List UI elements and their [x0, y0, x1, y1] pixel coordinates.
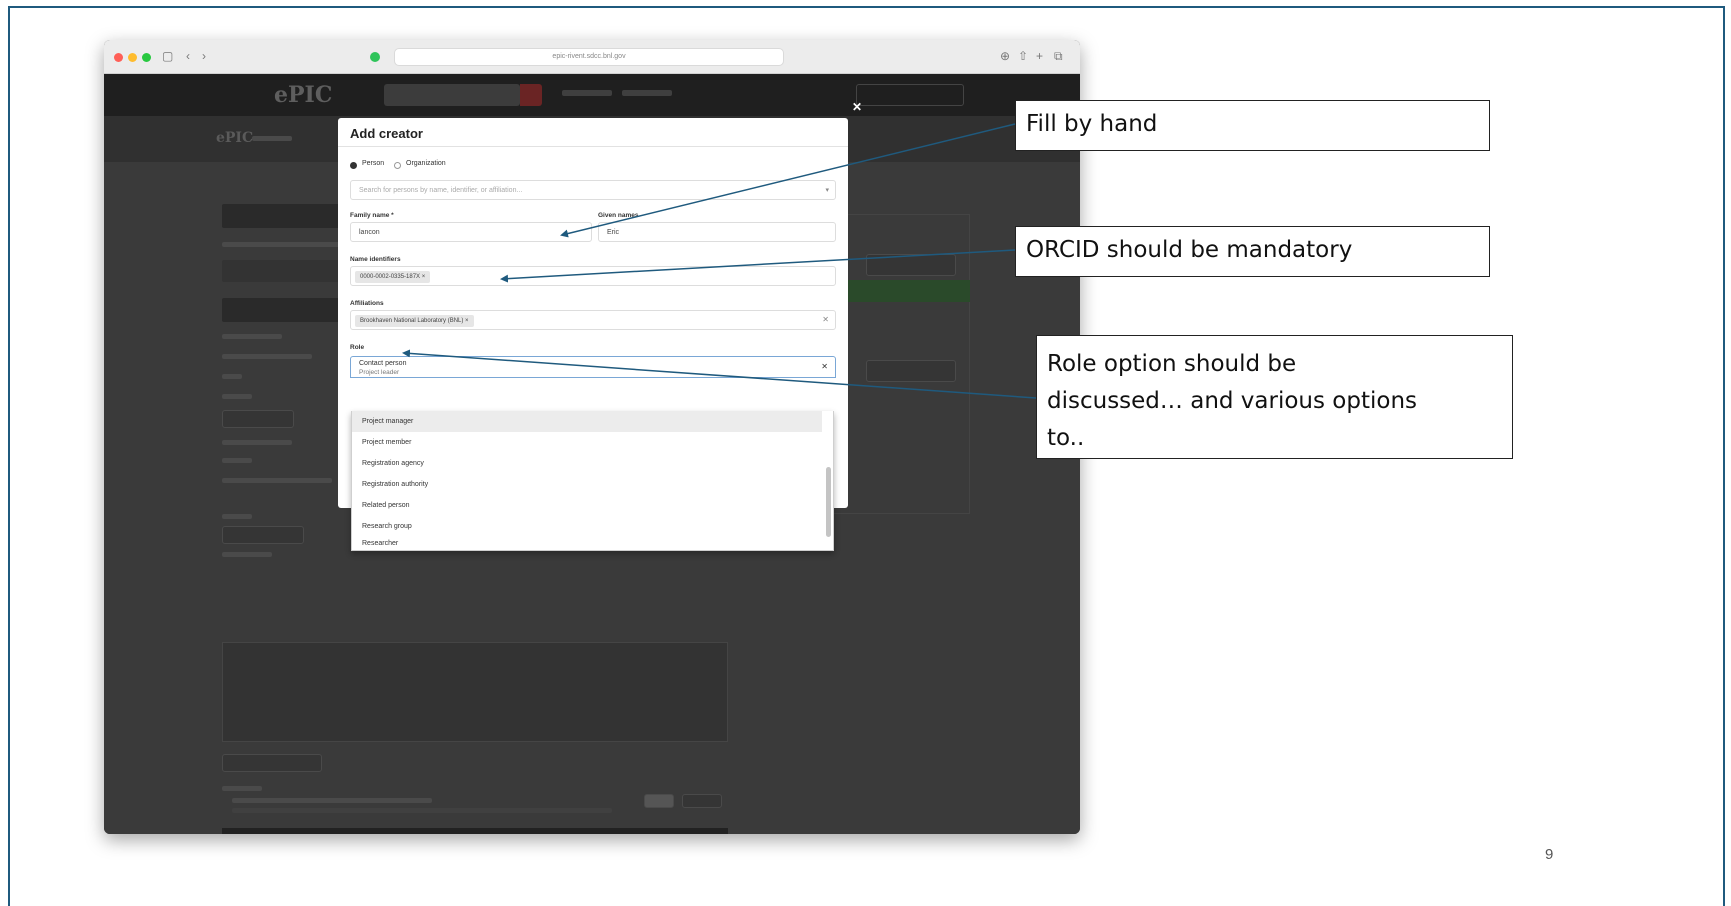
role-option-partial[interactable]: Project leader: [359, 369, 399, 376]
share-icon[interactable]: ⇧: [1018, 49, 1028, 63]
callout-fill-by-hand: Fill by hand: [1015, 100, 1490, 151]
modal-close-icon[interactable]: ✕: [852, 100, 862, 114]
callout-role: Role option should be discussed… and var…: [1036, 335, 1513, 459]
role-option[interactable]: Registration agency: [352, 453, 822, 474]
user-menu[interactable]: [856, 84, 964, 106]
role-dropdown-menu: Project manager Project member Registrat…: [351, 411, 834, 551]
affiliations-input[interactable]: Brookhaven National Laboratory (BNL) × ✕: [350, 310, 836, 330]
community-logo: ePIC: [216, 130, 254, 146]
callout-role-line: to..: [1047, 425, 1085, 451]
download-icon[interactable]: ⊕: [1000, 49, 1010, 63]
name-identifiers-input[interactable]: 0000-0002-0335-187X ×: [350, 266, 836, 286]
name-identifiers-label: Name identifiers: [350, 256, 401, 263]
restricted-toggle[interactable]: [866, 360, 956, 382]
header-search-button[interactable]: [520, 84, 542, 106]
role-option[interactable]: Registration authority: [352, 474, 822, 495]
orcid-chip[interactable]: 0000-0002-0335-187X ×: [355, 271, 431, 283]
add-description-button[interactable]: [222, 754, 322, 772]
forward-icon[interactable]: ›: [202, 49, 206, 63]
description-label: [222, 552, 272, 557]
license-description: [232, 808, 612, 813]
callout-orcid: ORCID should be mandatory: [1015, 226, 1490, 277]
site-header: ePIC: [104, 74, 1080, 116]
role-option[interactable]: Researcher: [352, 537, 822, 551]
add-titles-button[interactable]: [222, 410, 294, 428]
tab-overview-icon[interactable]: ⧉: [1054, 49, 1063, 64]
resource-type-label: [222, 334, 282, 339]
creators-label: [222, 514, 252, 519]
site-favicon-icon: [370, 52, 380, 62]
title-label: [222, 374, 242, 379]
close-window-button[interactable]: [114, 53, 123, 62]
license-title: [232, 798, 432, 803]
modal-title: Add creator: [350, 126, 423, 141]
person-radio[interactable]: [350, 162, 357, 169]
minimize-window-button[interactable]: [128, 53, 137, 62]
publication-date-value: [222, 458, 252, 463]
recommended-info-section: [222, 828, 728, 834]
sidebar-toggle-icon[interactable]: ▢: [162, 49, 173, 63]
remove-license-button[interactable]: [682, 794, 722, 808]
site-logo[interactable]: ePIC: [274, 82, 332, 108]
maximize-window-button[interactable]: [142, 53, 151, 62]
chevron-down-icon: ▾: [825, 187, 829, 194]
callout-fill-by-hand-text: Fill by hand: [1026, 111, 1158, 137]
resource-type-value: [222, 354, 312, 359]
role-selected-value: Contact person: [359, 360, 407, 367]
preview-button[interactable]: [866, 254, 956, 276]
given-names-input[interactable]: Eric: [598, 222, 836, 242]
clear-icon[interactable]: ✕: [822, 315, 829, 324]
callout-role-line: discussed… and various options: [1047, 388, 1418, 414]
browser-titlebar: ▢ ‹ › epic-rivent.sdcc.bnl.gov ⊕ ⇧ + ⧉: [104, 40, 1080, 74]
community-title: [252, 136, 292, 141]
back-icon[interactable]: ‹: [186, 49, 190, 63]
creator-search-input[interactable]: Search for persons by name, identifier, …: [350, 180, 836, 200]
given-names-value: Eric: [607, 229, 620, 236]
slide: ▢ ‹ › epic-rivent.sdcc.bnl.gov ⊕ ⇧ + ⧉ e…: [0, 0, 1731, 906]
callout-orcid-text: ORCID should be mandatory: [1026, 237, 1353, 263]
header-link[interactable]: [562, 90, 612, 96]
licenses-label: [222, 786, 262, 791]
family-name-label: Family name *: [350, 212, 394, 219]
publication-date-label: [222, 440, 292, 445]
dropdown-scrollbar[interactable]: [826, 467, 831, 537]
new-tab-icon[interactable]: +: [1036, 49, 1043, 63]
creator-search-placeholder: Search for persons by name, identifier, …: [359, 187, 523, 194]
person-radio-label: Person: [362, 160, 385, 167]
family-name-value: lancon: [359, 229, 380, 236]
role-label: Role: [350, 344, 365, 351]
family-name-input[interactable]: lancon: [350, 222, 592, 242]
modal-divider: [338, 146, 848, 147]
role-option[interactable]: Related person: [352, 495, 822, 516]
callout-role-line: Role option should be: [1047, 351, 1297, 377]
header-link[interactable]: [622, 90, 672, 96]
affiliations-label: Affiliations: [350, 300, 384, 307]
metadata-only-checkbox[interactable]: [222, 242, 342, 247]
role-option[interactable]: Research group: [352, 516, 822, 537]
given-names-label: Given names: [598, 212, 639, 219]
role-option[interactable]: Project manager: [352, 411, 822, 432]
date-help-text: [222, 478, 332, 483]
header-search-input[interactable]: [384, 84, 520, 106]
page-number: 9: [1545, 846, 1554, 863]
role-option[interactable]: Project member: [352, 432, 822, 453]
modal-action-button[interactable]: [834, 402, 844, 424]
add-creator-button[interactable]: [222, 526, 304, 544]
address-bar[interactable]: epic-rivent.sdcc.bnl.gov: [394, 48, 784, 66]
organization-radio-label: Organization: [406, 160, 446, 167]
title-value: [222, 394, 252, 399]
edit-license-button[interactable]: [644, 794, 674, 808]
description-editor[interactable]: [222, 642, 728, 742]
role-select[interactable]: Contact person Project leader ✕: [350, 356, 836, 378]
clear-role-icon[interactable]: ✕: [821, 362, 828, 371]
organization-radio[interactable]: [394, 162, 401, 169]
affiliation-chip[interactable]: Brookhaven National Laboratory (BNL) ×: [355, 315, 474, 327]
